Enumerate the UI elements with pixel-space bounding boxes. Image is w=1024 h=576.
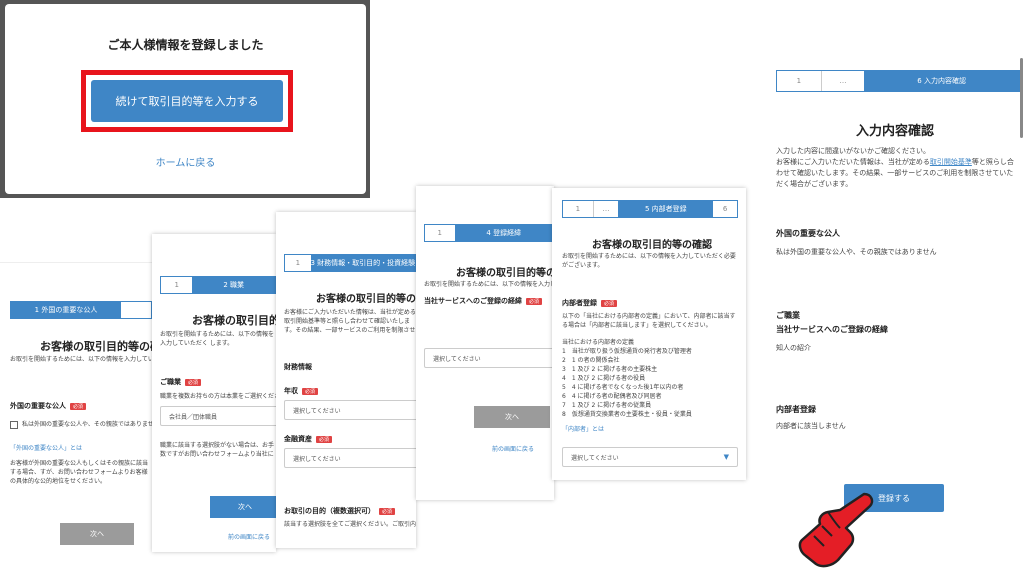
page-title: お客様の取引目的 [192, 314, 276, 327]
panel-occupation: 1 2 職業 お客様の取引目的 お取引を開始するためには、以下の情報を入力してい… [152, 234, 276, 552]
insider-value: 内部者に該当しません [776, 422, 846, 430]
panel-pep: 1 外国の重要な公人 お客様の取引目的等の確認 お取引を開始するためには、以下の… [0, 262, 152, 560]
select-placeholder: 選択してください [571, 454, 619, 462]
definition-item: 5 4 に掲げる者でなくなった後1年以内の者 [562, 384, 684, 391]
back-link[interactable]: 前の画面に戻る [228, 532, 270, 541]
assets-select[interactable]: 選択してください [284, 448, 416, 468]
channel-label: 当社サービスへのご登録の経緯 [776, 325, 888, 334]
definition-item: 2 1 の者の関係会社 [562, 357, 620, 364]
definition-item: 4 1 及び 2 に掲げる者の役員 [562, 375, 646, 382]
step-1: 1 [295, 259, 301, 267]
intro-text: お客様にご入力いただいた情報は、当社が定める取引開始基準等と照らし合わせて確認い… [284, 309, 416, 334]
page-title: 入力内容確認 [856, 124, 935, 139]
step-2: … [592, 201, 619, 217]
purpose-label: お取引の目的（複数選択可） 必須 [284, 506, 396, 516]
insider-link[interactable]: 「内部者」とは [562, 424, 604, 433]
criteria-link[interactable]: 取引開始基準 [930, 158, 972, 166]
pep-label: 外国の重要な公人 必須 [10, 401, 87, 411]
purpose-hint: 該当する選択肢を全てご選択ください。ご取引内容に応じてご利用いただ [284, 521, 416, 528]
pep-value: 私は外国の重要な公人や、その親族ではありません [776, 248, 937, 256]
step-active: 1 外国の重要な公人 [11, 302, 121, 318]
financial-section: 財務情報 [284, 363, 312, 371]
definition-title: 当社における内部者の定義 [562, 339, 635, 346]
intro-text-1: 入力した内容に間違いがないかご確認ください。 [776, 147, 930, 155]
occupation-label: ご職業 必須 [160, 377, 202, 387]
insider-label: 内部者登録 必須 [562, 298, 618, 308]
next-button[interactable]: 次へ [210, 496, 276, 518]
page-title: お客様の取引目的等の確 [316, 294, 416, 305]
checkbox-label: 私は外国の重要な公人や、その親族ではありません [22, 421, 152, 428]
assets-label: 金融資産 必須 [284, 434, 333, 444]
step-active: 3 財務情報・取引目的・投資経験 [310, 255, 415, 271]
scrollbar[interactable] [1020, 58, 1023, 138]
home-link[interactable]: ホームに戻る [5, 154, 366, 169]
step-active: 4 登録経緯 [454, 225, 553, 241]
pep-label: 外国の重要な公人 [776, 229, 840, 238]
note-text: 職業に該当する選択肢がない場合は、お手数ですがお問い合わせフォームより当社にお知… [160, 442, 275, 458]
income-select[interactable]: 選択してください [284, 400, 416, 420]
definition-item: 6 4 に掲げる者の配偶者及び同居者 [562, 393, 662, 400]
note-text: お客様が外国の重要な公人もしくはその親族に該当する場合、すが、お問い合わせフォー… [10, 460, 149, 485]
insider-text: 以下の「当社における内部者の定義」において、内部者に該当する場合は「内部者に該当… [562, 313, 736, 329]
definition-item: 8 仮想通貨交換業者の主要株主・役員・従業員 [562, 411, 692, 418]
step-indicator: 1 … 6 入力内容確認 [776, 70, 1020, 92]
channel-value: 知人の紹介 [776, 344, 811, 352]
definition-item: 7 1 及び 2 に掲げる者の従業員 [562, 402, 652, 409]
step-2: … [820, 71, 865, 91]
continue-button[interactable]: 続けて取引目的等を入力する [91, 80, 283, 122]
step-indicator: 1 外国の重要な公人 [10, 301, 152, 319]
next-button[interactable]: 次へ [474, 406, 550, 428]
step-active: 6 入力内容確認 [864, 71, 1019, 91]
step-1: 1 [174, 281, 179, 289]
pointing-hand-icon [798, 492, 874, 568]
intro-text: お取引を開始するためには、以下の情報を入力していただく必要がございます。 [562, 253, 736, 269]
insider-select[interactable]: 選択してください ▼ [562, 447, 738, 467]
insider-label: 内部者登録 [776, 405, 816, 414]
step-1: 1 [575, 205, 581, 213]
step-active: 5 内部者登録 [618, 201, 714, 217]
intro-text: お取引を開始するためには、以下の情報を入力していただく [10, 356, 152, 363]
panel-channel: 1 4 登録経緯 お客様の取引目的等の確 お取引を開始するためには、以下の情報を… [416, 186, 554, 500]
channel-label: 当社サービスへのご登録の経緯 必須 [424, 296, 543, 306]
step-1: 1 [796, 77, 802, 85]
definition-item: 3 1 及び 2 に掲げる者の主要株主 [562, 366, 658, 373]
definition-item: 1 当社が取り扱う仮想通貨の発行者及び管理者 [562, 348, 692, 355]
step-1: 1 [437, 229, 442, 237]
step-indicator: 1 4 登録経緯 [424, 224, 554, 242]
intro-text: お取引を開始するためには、以下の情報を入力していただく [424, 281, 554, 288]
step-indicator: 1 3 財務情報・取引目的・投資経験 [284, 254, 416, 272]
pep-link[interactable]: 「外国の重要な公人」とは [10, 443, 82, 452]
checkbox[interactable] [10, 421, 18, 429]
occupation-select[interactable]: 会社員／団体職員 [160, 406, 276, 426]
income-label: 年収 必須 [284, 386, 319, 396]
step-indicator: 1 2 職業 [160, 276, 276, 294]
panel-financial: 1 3 財務情報・取引目的・投資経験 お客様の取引目的等の確 お客様にご入力いた… [276, 212, 416, 548]
intro-text: お取引を開始するためには、以下の情報を入力していただく します。 [160, 331, 275, 347]
occupation-label: ご職業 [776, 311, 800, 320]
dialog-body: ご本人様情報を登録しました 続けて取引目的等を入力する ホームに戻る [5, 4, 366, 194]
panel-confirm: 1 … 6 入力内容確認 入力内容確認 入力した内容に間違いがないかご確認くださ… [764, 58, 1024, 528]
chevron-down-icon: ▼ [723, 453, 729, 461]
occupation-hint: 職業を複数お持ちの方は本業をご選択ください。 [160, 393, 276, 400]
next-button[interactable]: 次へ [60, 523, 134, 545]
back-link[interactable]: 前の画面に戻る [492, 444, 534, 453]
step-indicator: 1 … 5 内部者登録 6 [562, 200, 738, 218]
panel-insider: 1 … 5 内部者登録 6 お客様の取引目的等の確認 お取引を開始するためには、… [552, 188, 746, 480]
channel-select[interactable]: 選択してください [424, 348, 554, 368]
step-active: 2 職業 [192, 277, 275, 293]
page-title: お客様の取引目的等の確 [456, 268, 554, 279]
intro-text-2: お客様にご入力いただいた情報は、当社が定める取引開始基準等と照らし合わせて確認い… [776, 158, 1014, 188]
page-title: お客様の取引目的等の確認 [40, 340, 152, 353]
dialog-title: ご本人様情報を登録しました [107, 38, 264, 52]
page-title: お客様の取引目的等の確認 [592, 240, 712, 251]
step-6: 6 [722, 205, 728, 213]
completion-dialog: ご本人様情報を登録しました 続けて取引目的等を入力する ホームに戻る [0, 0, 370, 198]
